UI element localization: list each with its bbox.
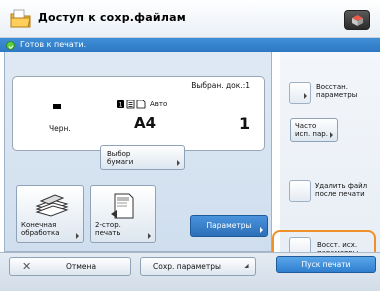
status-text: Готов к печати. bbox=[20, 40, 87, 49]
delete-after-print-label: Удалить файл после печати bbox=[315, 182, 368, 198]
duplex-print-button[interactable]: 2-стор. печать bbox=[90, 185, 156, 243]
start-print-label: Пуск печати bbox=[301, 260, 351, 269]
selected-documents-count: Выбран. док.:1 bbox=[191, 81, 250, 90]
save-parameters-button[interactable]: Сохр. параметры bbox=[140, 257, 256, 276]
paper-drawer-icon: 1 bbox=[117, 100, 146, 109]
stacked-paper-icon bbox=[35, 194, 69, 217]
duplex-label: 2-стор. печать bbox=[95, 221, 121, 237]
restore-params-label: Восстан. параметры bbox=[316, 83, 358, 99]
copies-count: 1 bbox=[239, 114, 251, 133]
title-bar: Доступ к сохр.файлам bbox=[0, 0, 380, 38]
chevron-right-icon bbox=[330, 132, 333, 138]
ready-check-icon bbox=[6, 41, 15, 50]
parameters-label: Параметры bbox=[206, 221, 252, 230]
favorites-label: Часто исп. пар. bbox=[295, 122, 328, 138]
screen: Доступ к сохр.файлам Готов к печати. Выб… bbox=[0, 0, 380, 291]
close-icon: ✕ bbox=[22, 260, 32, 273]
finishing-label: Конечная обработка bbox=[21, 221, 60, 237]
chevron-right-icon bbox=[148, 233, 151, 239]
paper-auto-label: Авто bbox=[150, 100, 168, 108]
color-mode-value: Черн. bbox=[49, 124, 71, 133]
page-title: Доступ к сохр.файлам bbox=[38, 11, 186, 24]
svg-text:1: 1 bbox=[119, 102, 123, 109]
black-color-swatch bbox=[53, 104, 61, 109]
chevron-right-icon bbox=[177, 160, 180, 166]
start-print-button[interactable]: Пуск печати bbox=[276, 256, 376, 273]
finishing-button[interactable]: Конечная обработка bbox=[16, 185, 84, 243]
parameters-button[interactable]: Параметры bbox=[190, 215, 268, 237]
paper-select-button[interactable]: Выбор бумаги bbox=[100, 145, 185, 170]
paper-size-value: A4 bbox=[134, 114, 157, 132]
favorites-button[interactable]: Часто исп. пар. bbox=[290, 118, 338, 142]
cancel-button[interactable]: ✕ Отмена bbox=[9, 257, 131, 276]
chevron-right-icon bbox=[76, 233, 79, 239]
cancel-label: Отмена bbox=[66, 262, 97, 271]
corner-arrow-icon bbox=[244, 263, 251, 271]
status-bar: Готов к печати. bbox=[0, 38, 380, 52]
menu-button[interactable] bbox=[344, 10, 370, 30]
folder-icon bbox=[10, 9, 31, 28]
chevron-right-icon bbox=[304, 93, 307, 99]
save-parameters-label: Сохр. параметры bbox=[153, 262, 221, 271]
menu-cube-icon bbox=[352, 15, 363, 26]
chevron-right-icon bbox=[260, 227, 263, 233]
duplex-page-icon bbox=[111, 193, 134, 219]
paper-select-label: Выбор бумаги bbox=[107, 150, 134, 166]
restore-params-button[interactable] bbox=[289, 82, 311, 104]
delete-after-print-toggle[interactable] bbox=[289, 180, 311, 202]
